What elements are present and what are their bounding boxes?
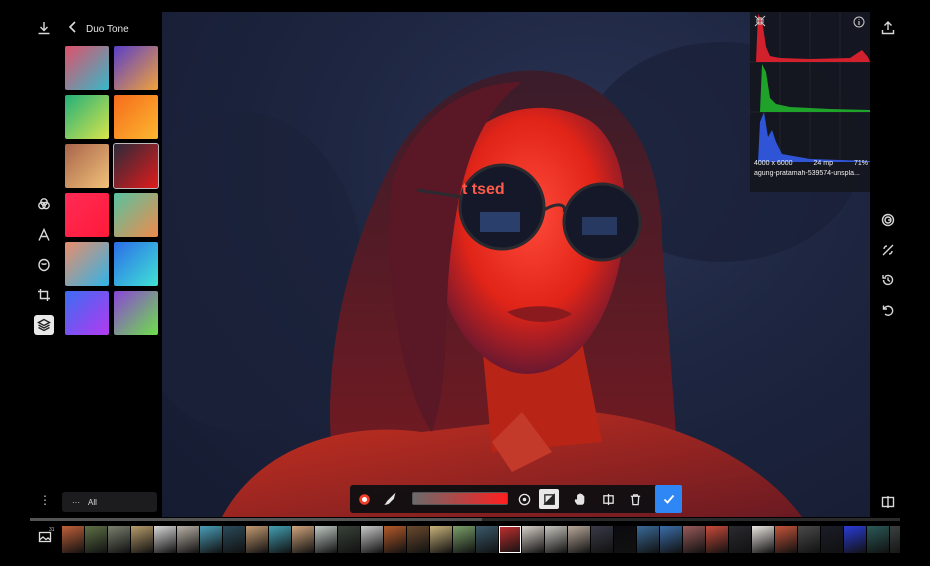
filmstrip-thumbnail[interactable] xyxy=(545,526,567,553)
filmstrip-thumbnail[interactable] xyxy=(131,526,153,553)
share-icon[interactable] xyxy=(878,18,898,38)
filmstrip-thumbnail[interactable] xyxy=(568,526,590,553)
filmstrip-thumbnail[interactable] xyxy=(867,526,889,553)
filmstrip-thumbnail[interactable] xyxy=(430,526,452,553)
category-all-label: All xyxy=(88,497,97,507)
split-view-icon[interactable] xyxy=(878,492,898,512)
filmstrip-thumbnail[interactable] xyxy=(798,526,820,553)
swatch-9[interactable] xyxy=(65,242,109,286)
filmstrip-thumbnail[interactable] xyxy=(384,526,406,553)
filmstrip-thumbnail[interactable] xyxy=(62,526,84,553)
category-all-button[interactable]: ··· All xyxy=(62,492,157,512)
swatch-10[interactable] xyxy=(114,242,158,286)
download-icon[interactable] xyxy=(34,18,54,38)
checkmark-icon xyxy=(663,494,674,504)
zoom-level: 71% xyxy=(853,160,868,167)
filters-icon[interactable] xyxy=(34,194,54,214)
filmstrip-thumbnail[interactable] xyxy=(85,526,107,553)
swatch-3[interactable] xyxy=(65,95,109,139)
filmstrip-thumbnail[interactable] xyxy=(108,526,130,553)
swatch-11[interactable] xyxy=(65,291,109,335)
layer-toolbar xyxy=(350,485,682,513)
image-info: 4000 x 6000 24 mp 71% agung-pratamah-539… xyxy=(754,160,868,177)
trash-icon[interactable] xyxy=(625,489,645,509)
confirm-button[interactable] xyxy=(655,485,682,513)
back-chevron-icon[interactable] xyxy=(68,20,78,38)
filmstrip-thumbnail[interactable] xyxy=(683,526,705,553)
filmstrip-thumbnail[interactable] xyxy=(752,526,774,553)
gallery-count: 31 xyxy=(49,527,55,533)
filmstrip-thumbnail[interactable] xyxy=(821,526,843,553)
ellipsis-icon: ··· xyxy=(72,497,80,507)
radial-icon[interactable] xyxy=(514,489,534,509)
filmstrip-thumbnail[interactable] xyxy=(522,526,544,553)
left-toolbar xyxy=(30,0,58,520)
swatch-5[interactable] xyxy=(65,144,109,188)
filmstrip-thumbnail[interactable] xyxy=(844,526,866,553)
filmstrip-thumbnail[interactable] xyxy=(338,526,360,553)
right-toolbar xyxy=(874,0,898,520)
filmstrip-thumbnail[interactable] xyxy=(637,526,659,553)
undo-icon[interactable] xyxy=(878,300,898,320)
swatch-7[interactable] xyxy=(65,193,109,237)
more-options-icon[interactable]: ⋮ xyxy=(38,494,52,510)
filmstrip-thumbnail[interactable] xyxy=(223,526,245,553)
filmstrip-thumbnail[interactable] xyxy=(660,526,682,553)
filmstrip-thumbnail[interactable] xyxy=(499,526,521,553)
image-megapixels: 24 mp xyxy=(813,160,833,167)
filmstrip-thumbnail[interactable] xyxy=(729,526,751,553)
filmstrip-thumbnail[interactable] xyxy=(591,526,613,553)
hand-tool-icon[interactable] xyxy=(570,489,590,509)
swatch-12[interactable] xyxy=(114,291,158,335)
filmstrip-thumbnail[interactable] xyxy=(706,526,728,553)
image-dimensions: 4000 x 6000 xyxy=(754,160,793,167)
spiral-tool-icon[interactable] xyxy=(878,210,898,230)
collapse-histogram-icon[interactable] xyxy=(754,15,766,27)
color-picker-icon[interactable] xyxy=(354,489,374,509)
swatch-6[interactable] xyxy=(113,143,159,189)
filmstrip-thumbnail[interactable] xyxy=(315,526,337,553)
compare-icon[interactable] xyxy=(878,240,898,260)
info-icon[interactable] xyxy=(853,16,865,28)
swatch-1[interactable] xyxy=(65,46,109,90)
filmstrip-scroll-thumb[interactable] xyxy=(30,518,483,521)
align-icon[interactable] xyxy=(598,489,618,509)
swatch-grid xyxy=(65,46,160,335)
svg-text:t tsed: t tsed xyxy=(462,181,505,198)
histogram-chart xyxy=(750,12,870,162)
swatch-2[interactable] xyxy=(114,46,158,90)
filmstrip-thumbnail[interactable] xyxy=(407,526,429,553)
swatch-4[interactable] xyxy=(114,95,158,139)
layers-icon[interactable] xyxy=(34,315,54,335)
opacity-gradient-slider[interactable] xyxy=(412,492,508,505)
retouch-icon[interactable] xyxy=(34,255,54,275)
filmstrip-thumbnail[interactable] xyxy=(177,526,199,553)
swatch-8[interactable] xyxy=(114,193,158,237)
filmstrip-thumbnail[interactable] xyxy=(361,526,383,553)
panel-header: Duo Tone xyxy=(62,12,160,46)
filmstrip-thumbnail[interactable] xyxy=(775,526,797,553)
filmstrip-thumbnail[interactable] xyxy=(200,526,222,553)
brush-icon[interactable] xyxy=(380,489,400,509)
filmstrip-thumbnail[interactable] xyxy=(890,526,900,553)
filmstrip-thumbnail[interactable] xyxy=(246,526,268,553)
filmstrip-thumbnail[interactable] xyxy=(154,526,176,553)
filmstrip-thumbnail[interactable] xyxy=(292,526,314,553)
filmstrip xyxy=(62,526,900,553)
duo-tone-panel: Duo Tone xyxy=(62,12,160,517)
filmstrip-scrollbar[interactable] xyxy=(30,518,900,521)
histogram-panel: 4000 x 6000 24 mp 71% agung-pratamah-539… xyxy=(750,12,870,192)
invert-mask-icon[interactable] xyxy=(539,489,559,509)
text-icon[interactable] xyxy=(34,225,54,245)
filmstrip-thumbnail[interactable] xyxy=(476,526,498,553)
filmstrip-thumbnail[interactable] xyxy=(269,526,291,553)
crop-icon[interactable] xyxy=(34,285,54,305)
filmstrip-thumbnail[interactable] xyxy=(453,526,475,553)
panel-title: Duo Tone xyxy=(86,23,129,35)
filmstrip-thumbnail[interactable] xyxy=(614,526,636,553)
image-filename: agung-pratamah-539574-unspla... xyxy=(754,170,860,177)
history-icon[interactable] xyxy=(878,270,898,290)
